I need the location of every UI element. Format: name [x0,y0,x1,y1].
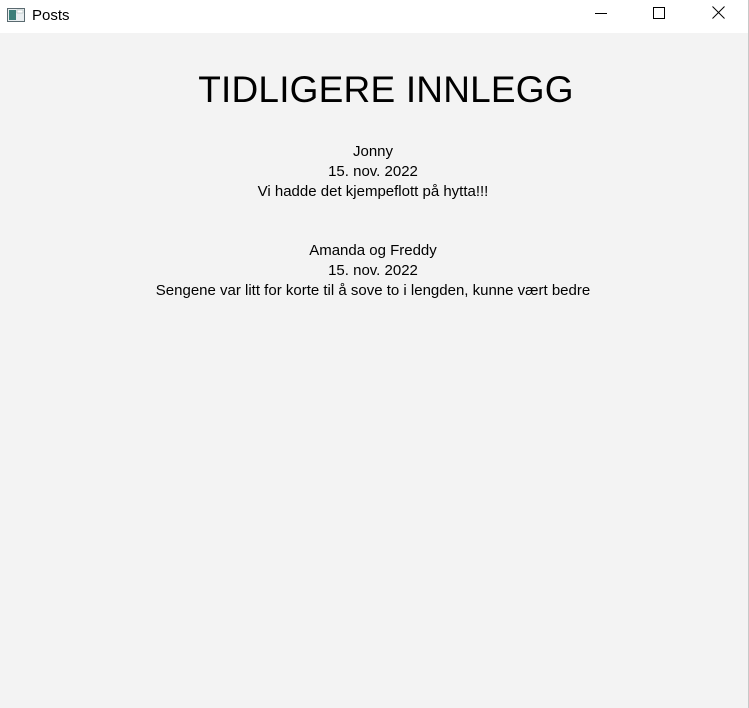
title-bar[interactable]: Posts [0,0,748,33]
posts-window: Posts TIDLIGERE INNLEGG Jonny 15. nov. 2… [0,0,749,708]
post-item: Jonny 15. nov. 2022 Vi hadde det kjempef… [0,142,746,202]
close-button[interactable] [689,0,747,30]
minimize-button[interactable] [572,0,630,30]
post-item: Amanda og Freddy 15. nov. 2022 Sengene v… [0,241,746,301]
minimize-icon [595,6,607,24]
page-heading: TIDLIGERE INNLEGG [198,69,574,110]
maximize-icon [653,6,665,24]
post-date: 15. nov. 2022 [328,163,418,180]
app-window-icon [7,8,25,22]
maximize-button[interactable] [630,0,688,30]
post-date: 15. nov. 2022 [328,262,418,279]
posts-content: TIDLIGERE INNLEGG Jonny 15. nov. 2022 Vi… [0,33,748,708]
post-author: Jonny [352,143,394,160]
post-author: Amanda og Freddy [309,242,437,259]
window-title: Posts [32,7,70,24]
post-text: Sengene var litt for korte til å sove to… [155,282,591,299]
post-text: Vi hadde det kjempeflott på hytta!!! [257,183,489,200]
close-icon [711,6,725,24]
